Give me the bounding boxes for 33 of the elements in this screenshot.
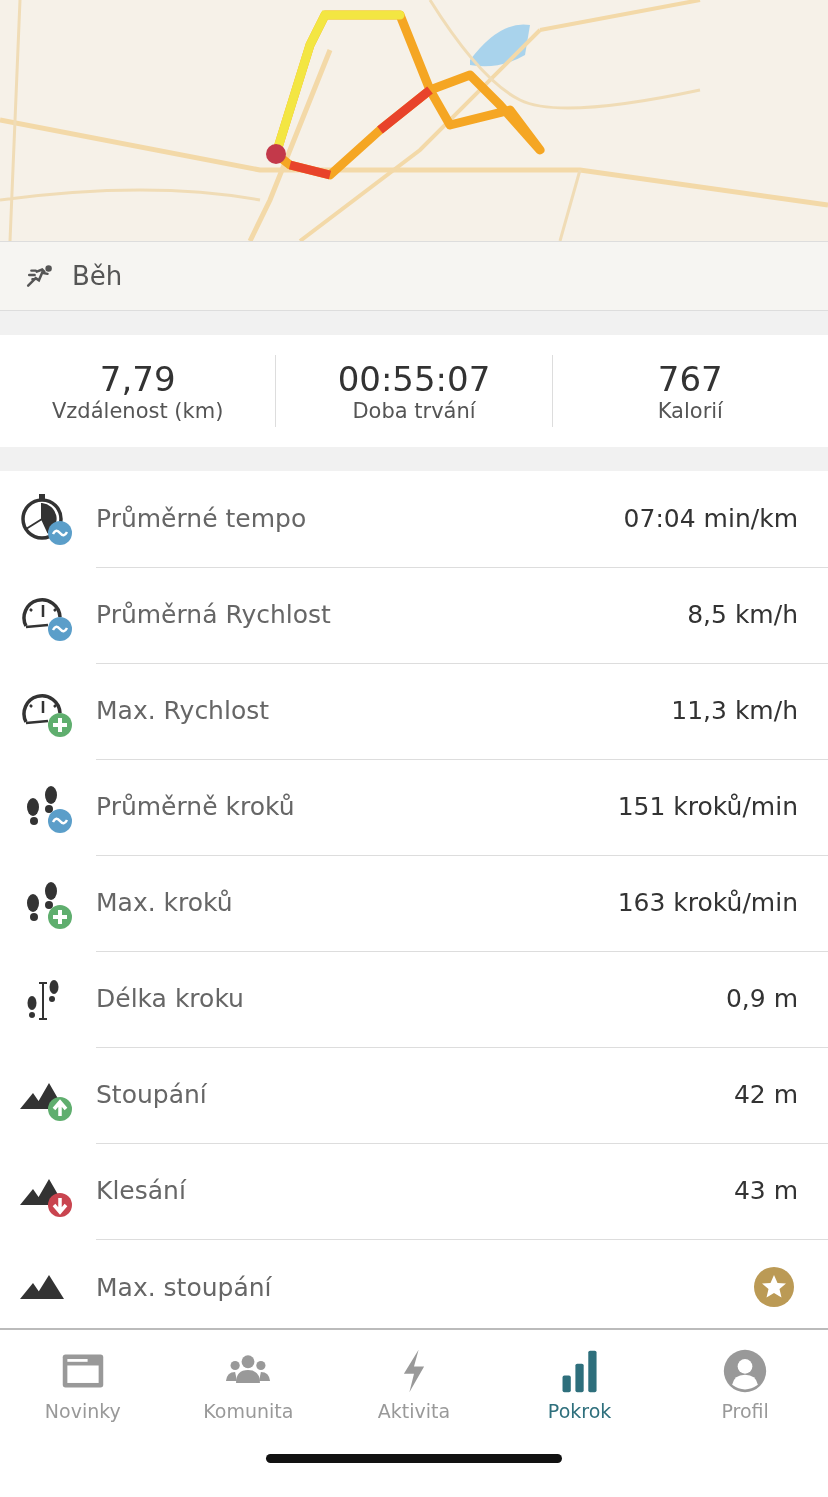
metric-value: 8,5 km/h — [687, 600, 798, 629]
metric-label: Průměrná Rychlost — [96, 600, 331, 629]
metric-value: 151 kroků/min — [617, 792, 798, 821]
metric-label: Délka kroku — [96, 984, 244, 1013]
tab[interactable]: Profil — [662, 1330, 828, 1440]
stat-label: Doba trvání — [352, 399, 476, 423]
tab[interactable]: Komunita — [165, 1330, 332, 1440]
metric-value: 11,3 km/h — [671, 696, 798, 725]
activity-type: Běh — [72, 261, 123, 291]
metric-value: 163 kroků/min — [617, 888, 798, 917]
metric-label: Max. Rychlost — [96, 696, 270, 725]
stat-label: Vzdálenost (km) — [52, 399, 224, 423]
metric-value: 42 m — [733, 1080, 798, 1109]
runner-icon — [26, 264, 54, 288]
metric-label: Max. stoupání — [96, 1272, 272, 1302]
stat-value: 00:55:07 — [337, 359, 491, 399]
metric-label: Klesání — [96, 1176, 186, 1205]
metric-label: Průměrně kroků — [96, 792, 295, 821]
metric-label: Průměrné tempo — [96, 504, 307, 533]
metric-label: Stoupání — [96, 1080, 207, 1109]
metric-value: 0,9 m — [725, 984, 798, 1013]
tab[interactable]: Aktivita — [331, 1330, 497, 1440]
tab[interactable]: Pokrok — [496, 1330, 663, 1440]
stat-label: Kalorií — [657, 399, 723, 423]
profile-icon — [722, 1348, 769, 1394]
tab[interactable]: Novinky — [0, 1330, 166, 1440]
metric-label: Max. kroků — [96, 888, 233, 917]
stopwatch-icon — [18, 491, 74, 547]
metric-value: 07:04 min/km — [623, 504, 798, 533]
metric-value: 43 m — [733, 1176, 798, 1205]
stat-value: 7,79 — [99, 359, 176, 399]
stat-value: 767 — [657, 359, 723, 399]
star-badge-icon — [754, 1267, 794, 1307]
